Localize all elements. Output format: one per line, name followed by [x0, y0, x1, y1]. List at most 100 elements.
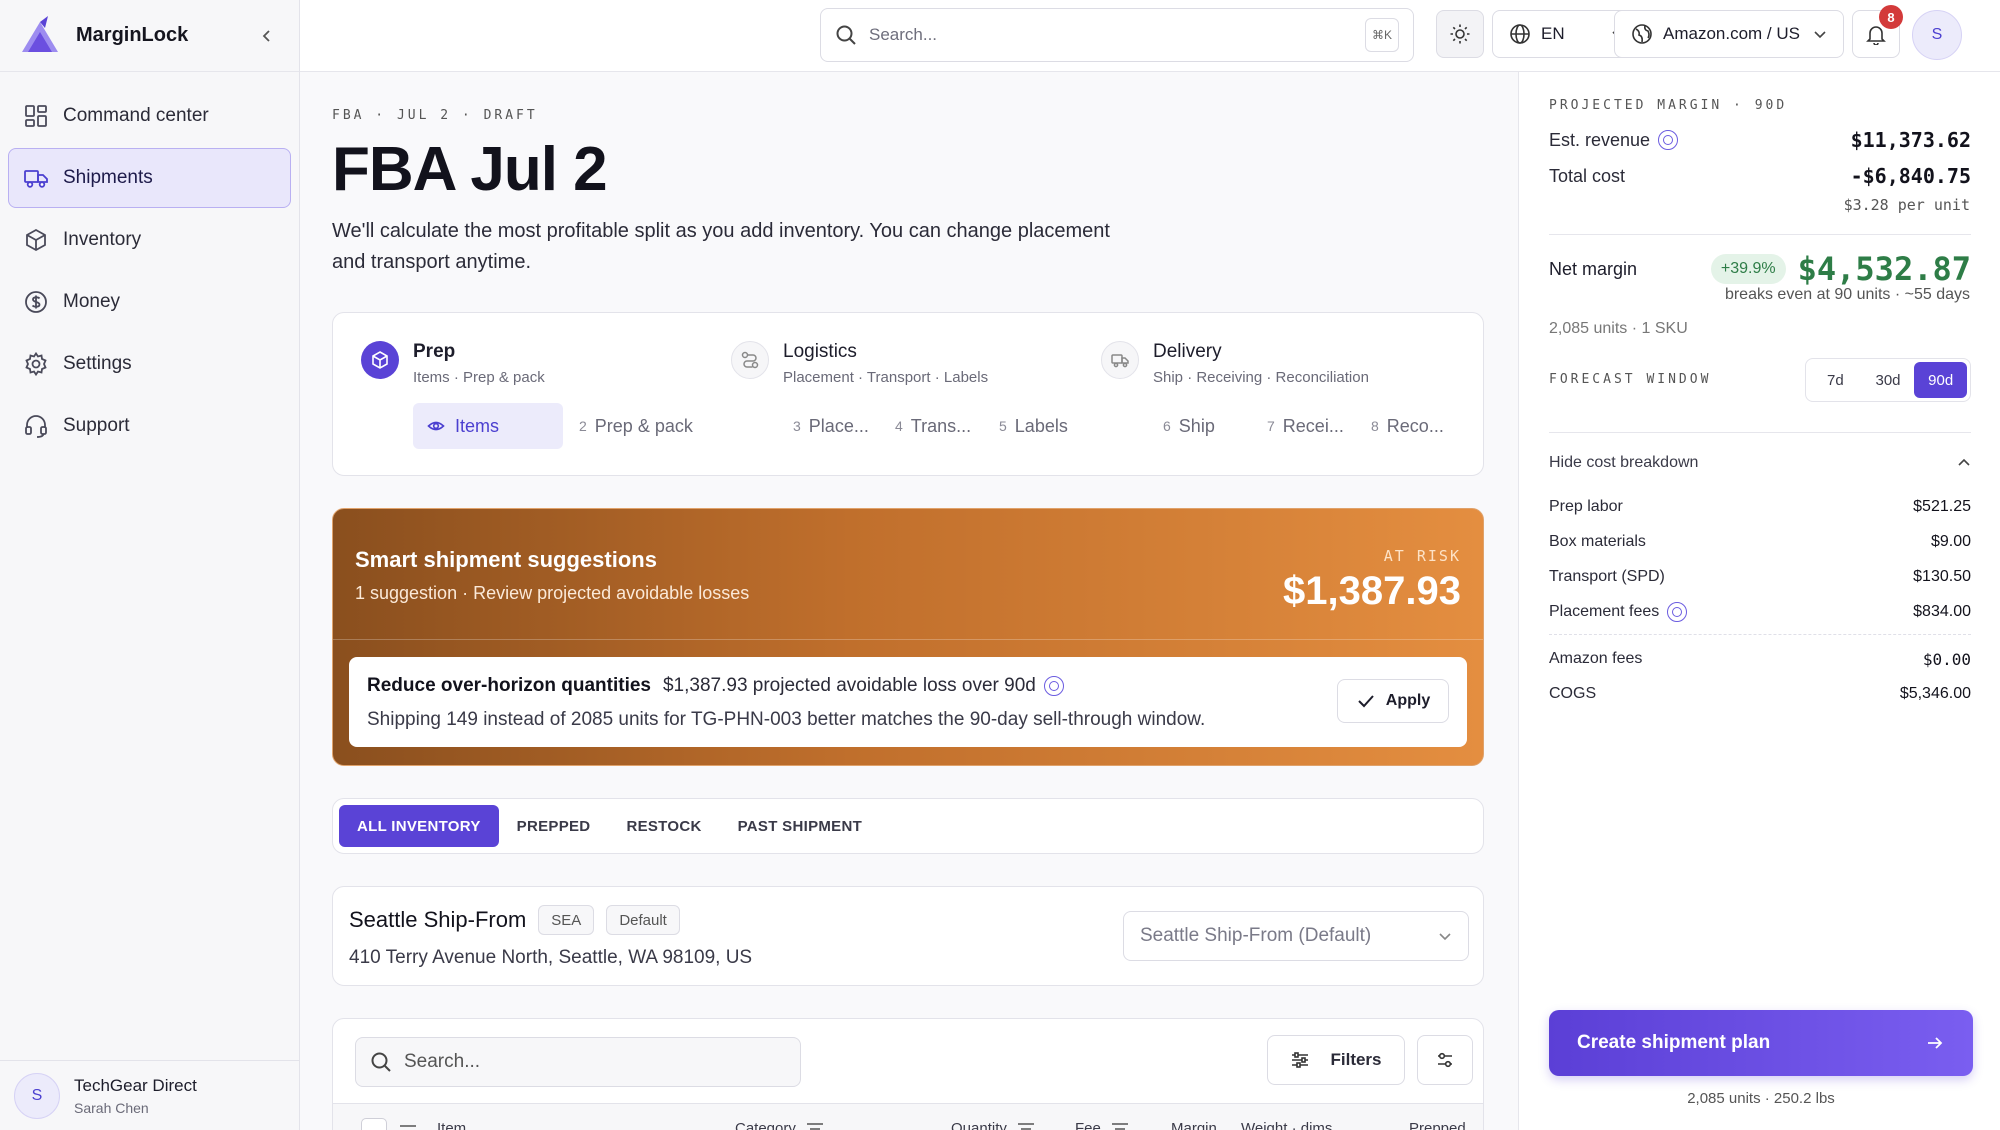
- info-icon[interactable]: [1043, 676, 1064, 696]
- cost-breakdown-toggle-label: Hide cost breakdown: [1549, 454, 1699, 471]
- table-search-placeholder: Search...: [404, 1051, 481, 1072]
- apply-suggestion-button[interactable]: Apply: [1337, 679, 1449, 723]
- chevron-down-icon: [1814, 31, 1826, 39]
- shipment-totals: 2,085 units · 250.2 lbs: [1687, 1090, 1835, 1107]
- substep-label: Labels: [1014, 415, 1068, 436]
- ship-from-name: Seattle Ship-From: [349, 907, 527, 932]
- substep-number: 4: [895, 418, 903, 434]
- divider: [1549, 432, 1971, 433]
- globe-icon: [1510, 24, 1530, 44]
- marketplace-value: Amazon.com / US: [1663, 24, 1800, 43]
- ship-from-select-value: Seattle Ship-From (Default): [1140, 925, 1372, 946]
- cost-per-unit: $3.28 per unit: [1843, 196, 1970, 214]
- create-shipment-plan-button[interactable]: Create shipment plan: [1549, 1010, 1973, 1076]
- stage-delivery[interactable]: Delivery Ship · Receiving · Reconciliati…: [1101, 341, 1369, 386]
- marketplace-selector[interactable]: Amazon.com / US: [1614, 10, 1844, 58]
- substep-transport[interactable]: 4 Trans...: [895, 403, 971, 449]
- forecast-option-90d[interactable]: 90d: [1914, 362, 1968, 398]
- sidebar-item-money[interactable]: Money: [8, 272, 291, 332]
- substep-placement[interactable]: 3 Place...: [793, 403, 869, 449]
- table-search-input[interactable]: Search...: [355, 1037, 801, 1087]
- substep-number: 8: [1371, 418, 1379, 434]
- create-shipment-plan-label: Create shipment plan: [1577, 1032, 1771, 1053]
- info-icon[interactable]: [1658, 130, 1679, 150]
- chevron-up-icon: [1958, 458, 1970, 466]
- collapse-sidebar-button[interactable]: [253, 22, 281, 50]
- stage-prep[interactable]: Prep Items · Prep & pack: [361, 341, 545, 386]
- sidebar: MarginLock Command center Shipments Inve…: [0, 0, 300, 1130]
- units-sku-text: 2,085 units · 1 SKU: [1549, 320, 1688, 337]
- column-header-fee[interactable]: Fee: [1075, 1120, 1129, 1130]
- sidebar-item-support[interactable]: Support: [8, 396, 291, 456]
- cost-breakdown-toggle[interactable]: Hide cost breakdown: [1549, 454, 1971, 472]
- cost-row-prep-labor: Prep labor $521.25: [1549, 498, 1971, 515]
- tab-prepped[interactable]: PREPPED: [499, 805, 609, 847]
- info-icon[interactable]: [1667, 602, 1688, 622]
- grid-icon: [25, 105, 47, 127]
- sort-icon: [806, 1122, 823, 1130]
- gear-icon: [25, 351, 47, 377]
- substep-label: Items: [455, 415, 500, 436]
- check-icon: [1358, 695, 1374, 708]
- select-all-checkbox[interactable]: [361, 1118, 387, 1130]
- notifications-button[interactable]: 8: [1852, 5, 1903, 58]
- tab-past-shipment[interactable]: PAST SHIPMENT: [720, 805, 880, 847]
- substep-number: 6: [1163, 418, 1171, 434]
- tab-restock[interactable]: RESTOCK: [608, 805, 719, 847]
- brand-header: MarginLock: [0, 0, 299, 72]
- column-settings-button[interactable]: [1417, 1035, 1473, 1085]
- sidebar-item-label: Command center: [63, 105, 209, 126]
- column-header-prepped[interactable]: Prepped: [1409, 1120, 1466, 1130]
- suggestion-item: Reduce over-horizon quantities $1,387.93…: [349, 657, 1467, 747]
- column-header-item[interactable]: Item: [437, 1120, 466, 1130]
- eye-icon: [427, 421, 445, 431]
- substep-label: Trans...: [910, 415, 972, 436]
- cost-row-amazon-fees: Amazon fees $0.00: [1549, 650, 1971, 669]
- ship-from-select[interactable]: Seattle Ship-From (Default): [1123, 911, 1469, 961]
- substep-label: Reco...: [1386, 415, 1444, 436]
- column-header-margin[interactable]: Margin: [1171, 1120, 1217, 1130]
- forecast-option-7d[interactable]: 7d: [1809, 362, 1862, 398]
- theme-toggle-button[interactable]: [1436, 10, 1484, 58]
- column-header-weight-dims[interactable]: Weight · dims: [1241, 1120, 1332, 1130]
- sun-icon: [1450, 24, 1470, 44]
- language-value: EN: [1541, 24, 1565, 43]
- ship-from-address: 410 Terry Avenue North, Seattle, WA 9810…: [349, 947, 753, 968]
- sidebar-item-label: Support: [63, 415, 130, 436]
- substep-number: 2: [579, 418, 587, 434]
- user-avatar[interactable]: S: [1912, 10, 1962, 60]
- divider: [1549, 234, 1971, 235]
- projected-margin-label: PROJECTED MARGIN · 90D: [1549, 98, 1788, 113]
- column-header-category[interactable]: Category: [735, 1120, 824, 1130]
- sidebar-item-command-center[interactable]: Command center: [8, 86, 291, 146]
- sidebar-item-shipments[interactable]: Shipments: [8, 148, 291, 208]
- substep-labels[interactable]: 5 Labels: [999, 403, 1068, 449]
- page-title: FBA Jul 2: [332, 135, 608, 204]
- substep-receiving[interactable]: 7 Recei...: [1267, 403, 1344, 449]
- account-switcher[interactable]: S TechGear Direct Sarah Chen: [0, 1060, 300, 1130]
- sidebar-item-label: Money: [63, 291, 121, 312]
- substep-ship[interactable]: 6 Ship: [1163, 403, 1215, 449]
- substep-reconciliation[interactable]: 8 Reco...: [1371, 403, 1444, 449]
- globe-icon: [1632, 24, 1652, 44]
- filters-button[interactable]: Filters: [1267, 1035, 1405, 1085]
- global-search-input[interactable]: Search... ⌘K: [820, 8, 1414, 62]
- cost-row-transport: Transport (SPD) $130.50: [1549, 568, 1971, 585]
- forecast-option-30d[interactable]: 30d: [1862, 362, 1915, 398]
- tab-all-inventory[interactable]: ALL INVENTORY: [339, 805, 499, 847]
- total-cost-row: Total cost -$6,840.75: [1549, 164, 1971, 188]
- suggestions-subtitle: 1 suggestion · Review projected avoidabl…: [355, 583, 750, 603]
- dollar-icon: [25, 291, 47, 313]
- sort-icon: [1017, 1122, 1034, 1130]
- sidebar-item-settings[interactable]: Settings: [8, 334, 291, 394]
- substep-items[interactable]: Items: [413, 403, 563, 449]
- search-placeholder: Search...: [869, 25, 938, 44]
- stage-logistics[interactable]: Logistics Placement · Transport · Labels: [731, 341, 988, 386]
- workflow-stepper: Prep Items · Prep & pack Logistics Place…: [332, 312, 1484, 476]
- chevron-left-icon: [262, 29, 270, 42]
- sort-icon[interactable]: [399, 1124, 417, 1130]
- sidebar-item-inventory[interactable]: Inventory: [8, 210, 291, 270]
- substep-prep-pack[interactable]: 2 Prep & pack: [579, 403, 693, 449]
- sidebar-item-label: Settings: [63, 353, 132, 374]
- column-header-quantity[interactable]: Quantity: [951, 1120, 1035, 1130]
